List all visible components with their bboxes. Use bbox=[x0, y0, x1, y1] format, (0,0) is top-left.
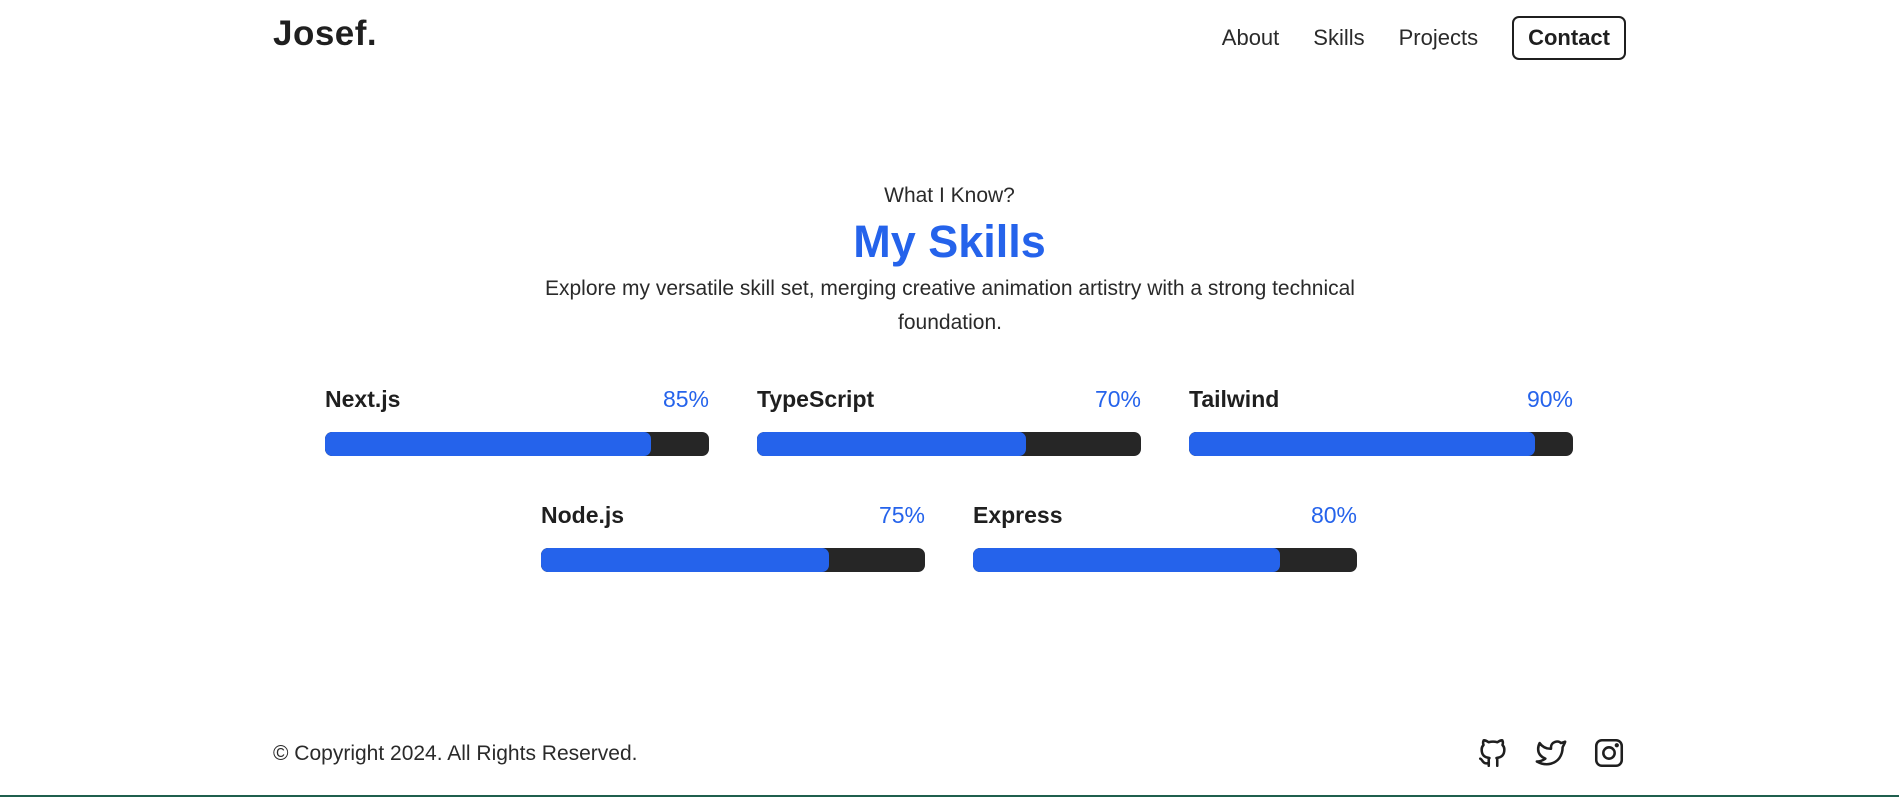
nav-link-skills[interactable]: Skills bbox=[1313, 25, 1364, 51]
nav-link-about[interactable]: About bbox=[1222, 25, 1280, 51]
skill-name: Node.js bbox=[541, 502, 625, 528]
skill-card-express: Express 80% bbox=[973, 502, 1357, 572]
skill-progress-bar bbox=[541, 548, 925, 572]
skill-percent: 85% bbox=[662, 386, 709, 412]
skill-progress-fill bbox=[1189, 432, 1535, 456]
skill-progress-fill bbox=[541, 548, 829, 572]
main-nav: About Skills Projects Contact bbox=[1222, 16, 1626, 60]
skill-card-tailwind: Tailwind 90% bbox=[1189, 386, 1573, 456]
skill-progress-fill bbox=[973, 548, 1281, 572]
skill-progress-bar bbox=[757, 432, 1141, 456]
skill-progress-bar bbox=[973, 548, 1357, 572]
nav-link-projects[interactable]: Projects bbox=[1399, 25, 1478, 51]
skill-percent: 70% bbox=[1094, 386, 1141, 412]
skill-progress-bar bbox=[1189, 432, 1573, 456]
copyright-text: © Copyright 2024. All Rights Reserved. bbox=[273, 742, 638, 765]
logo[interactable]: Josef. bbox=[273, 14, 377, 54]
skill-name: TypeScript bbox=[757, 386, 875, 412]
section-description: Explore my versatile skill set, merging … bbox=[545, 277, 1355, 334]
skill-percent: 90% bbox=[1526, 386, 1573, 412]
instagram-icon[interactable] bbox=[1592, 736, 1626, 770]
contact-button[interactable]: Contact bbox=[1512, 16, 1626, 60]
github-icon[interactable] bbox=[1476, 736, 1510, 770]
skill-progress-fill bbox=[757, 432, 1026, 456]
skill-card-typescript: TypeScript 70% bbox=[757, 386, 1141, 456]
skill-percent: 75% bbox=[878, 502, 925, 528]
skill-name: Tailwind bbox=[1189, 386, 1280, 412]
skill-name: Next.js bbox=[325, 386, 401, 412]
social-links bbox=[1476, 736, 1626, 770]
page: Josef. About Skills Projects Contact Wha… bbox=[0, 0, 1899, 795]
section-title: My Skills bbox=[853, 216, 1046, 267]
skill-name: Express bbox=[973, 502, 1063, 528]
skill-progress-bar bbox=[325, 432, 709, 456]
skill-percent: 80% bbox=[1310, 502, 1357, 528]
section-subtitle: What I Know? bbox=[884, 184, 1015, 207]
skill-card-nextjs: Next.js 85% bbox=[325, 386, 709, 456]
skill-card-nodejs: Node.js 75% bbox=[541, 502, 925, 572]
twitter-icon[interactable] bbox=[1534, 736, 1568, 770]
skill-progress-fill bbox=[325, 432, 652, 456]
